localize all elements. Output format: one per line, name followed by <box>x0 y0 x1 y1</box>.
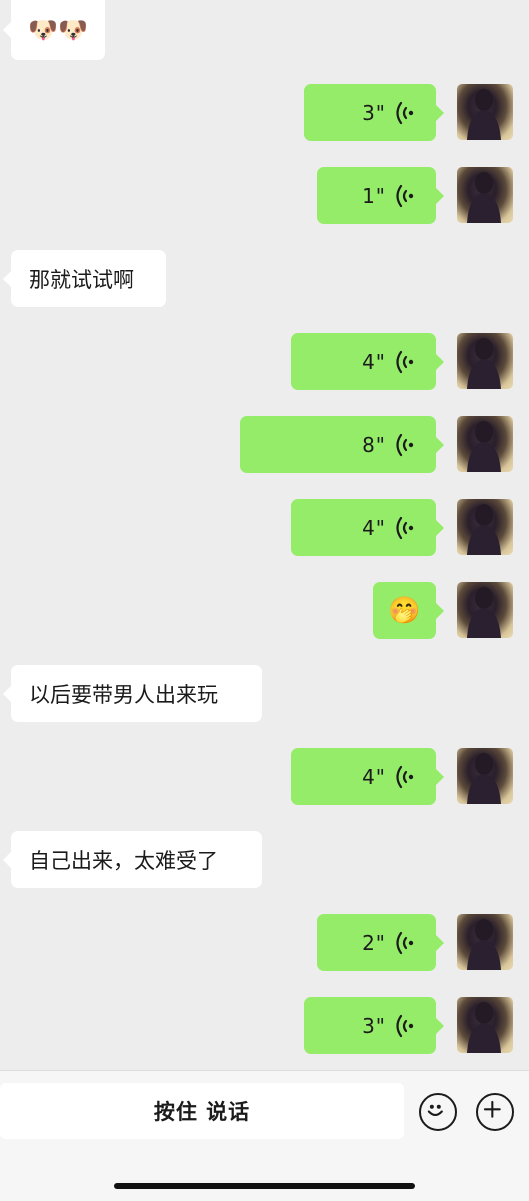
home-indicator[interactable] <box>114 1183 415 1189</box>
voice-wave-icon <box>396 1014 414 1037</box>
voice-wave-icon <box>396 931 414 954</box>
incoming-text-bubble[interactable]: 以后要带男人出来玩 <box>3 665 262 722</box>
message-text: 以后要带男人出来玩 <box>29 682 218 707</box>
user-avatar[interactable] <box>457 914 513 970</box>
user-avatar[interactable] <box>457 997 513 1053</box>
voice-message-bubble[interactable]: 2" <box>317 914 444 971</box>
incoming-sticker-bubble[interactable]: 🐶 🐶 <box>3 0 105 60</box>
incoming-text-bubble[interactable]: 那就试试啊 <box>3 250 166 307</box>
shiba-sticker-icon: 🐶 <box>28 16 58 44</box>
voice-wave-icon <box>396 516 414 539</box>
voice-message-bubble[interactable]: 4" <box>291 333 444 390</box>
voice-message-bubble[interactable]: 8" <box>240 416 444 473</box>
voice-duration: 4" <box>362 349 386 374</box>
user-avatar[interactable] <box>457 167 513 223</box>
user-avatar[interactable] <box>457 499 513 555</box>
user-avatar[interactable] <box>457 416 513 472</box>
voice-duration: 1" <box>362 183 386 208</box>
input-bar: 按住 说话 <box>0 1070 529 1201</box>
shiba-sticker-icon: 🐶 <box>58 16 88 44</box>
hold-to-talk-button[interactable]: 按住 说话 <box>0 1083 404 1139</box>
voice-wave-icon <box>396 433 414 456</box>
plus-icon[interactable] <box>476 1093 514 1131</box>
voice-duration: 4" <box>362 764 386 789</box>
voice-wave-icon <box>396 184 414 207</box>
voice-wave-icon <box>396 350 414 373</box>
voice-duration: 2" <box>362 930 386 955</box>
voice-message-bubble[interactable]: 1" <box>317 167 444 224</box>
voice-duration: 8" <box>362 432 386 457</box>
voice-wave-icon <box>396 765 414 788</box>
voice-message-bubble[interactable]: 3" <box>304 997 444 1054</box>
user-avatar[interactable] <box>457 748 513 804</box>
message-text: 那就试试啊 <box>29 267 134 292</box>
user-avatar[interactable] <box>457 333 513 389</box>
smiley-icon[interactable] <box>419 1093 457 1131</box>
voice-message-bubble[interactable]: 4" <box>291 748 444 805</box>
voice-duration: 3" <box>362 1013 386 1038</box>
user-avatar[interactable] <box>457 84 513 140</box>
incoming-text-bubble[interactable]: 自己出来，太难受了 <box>3 831 262 888</box>
covering-mouth-emoji-icon: 🤭 <box>388 595 421 626</box>
voice-duration: 3" <box>362 100 386 125</box>
outgoing-sticker-bubble[interactable]: 🤭 <box>373 582 444 639</box>
message-text: 自己出来，太难受了 <box>29 848 218 873</box>
voice-wave-icon <box>396 101 414 124</box>
voice-duration: 4" <box>362 515 386 540</box>
user-avatar[interactable] <box>457 582 513 638</box>
voice-message-bubble[interactable]: 3" <box>304 84 444 141</box>
voice-message-bubble[interactable]: 4" <box>291 499 444 556</box>
